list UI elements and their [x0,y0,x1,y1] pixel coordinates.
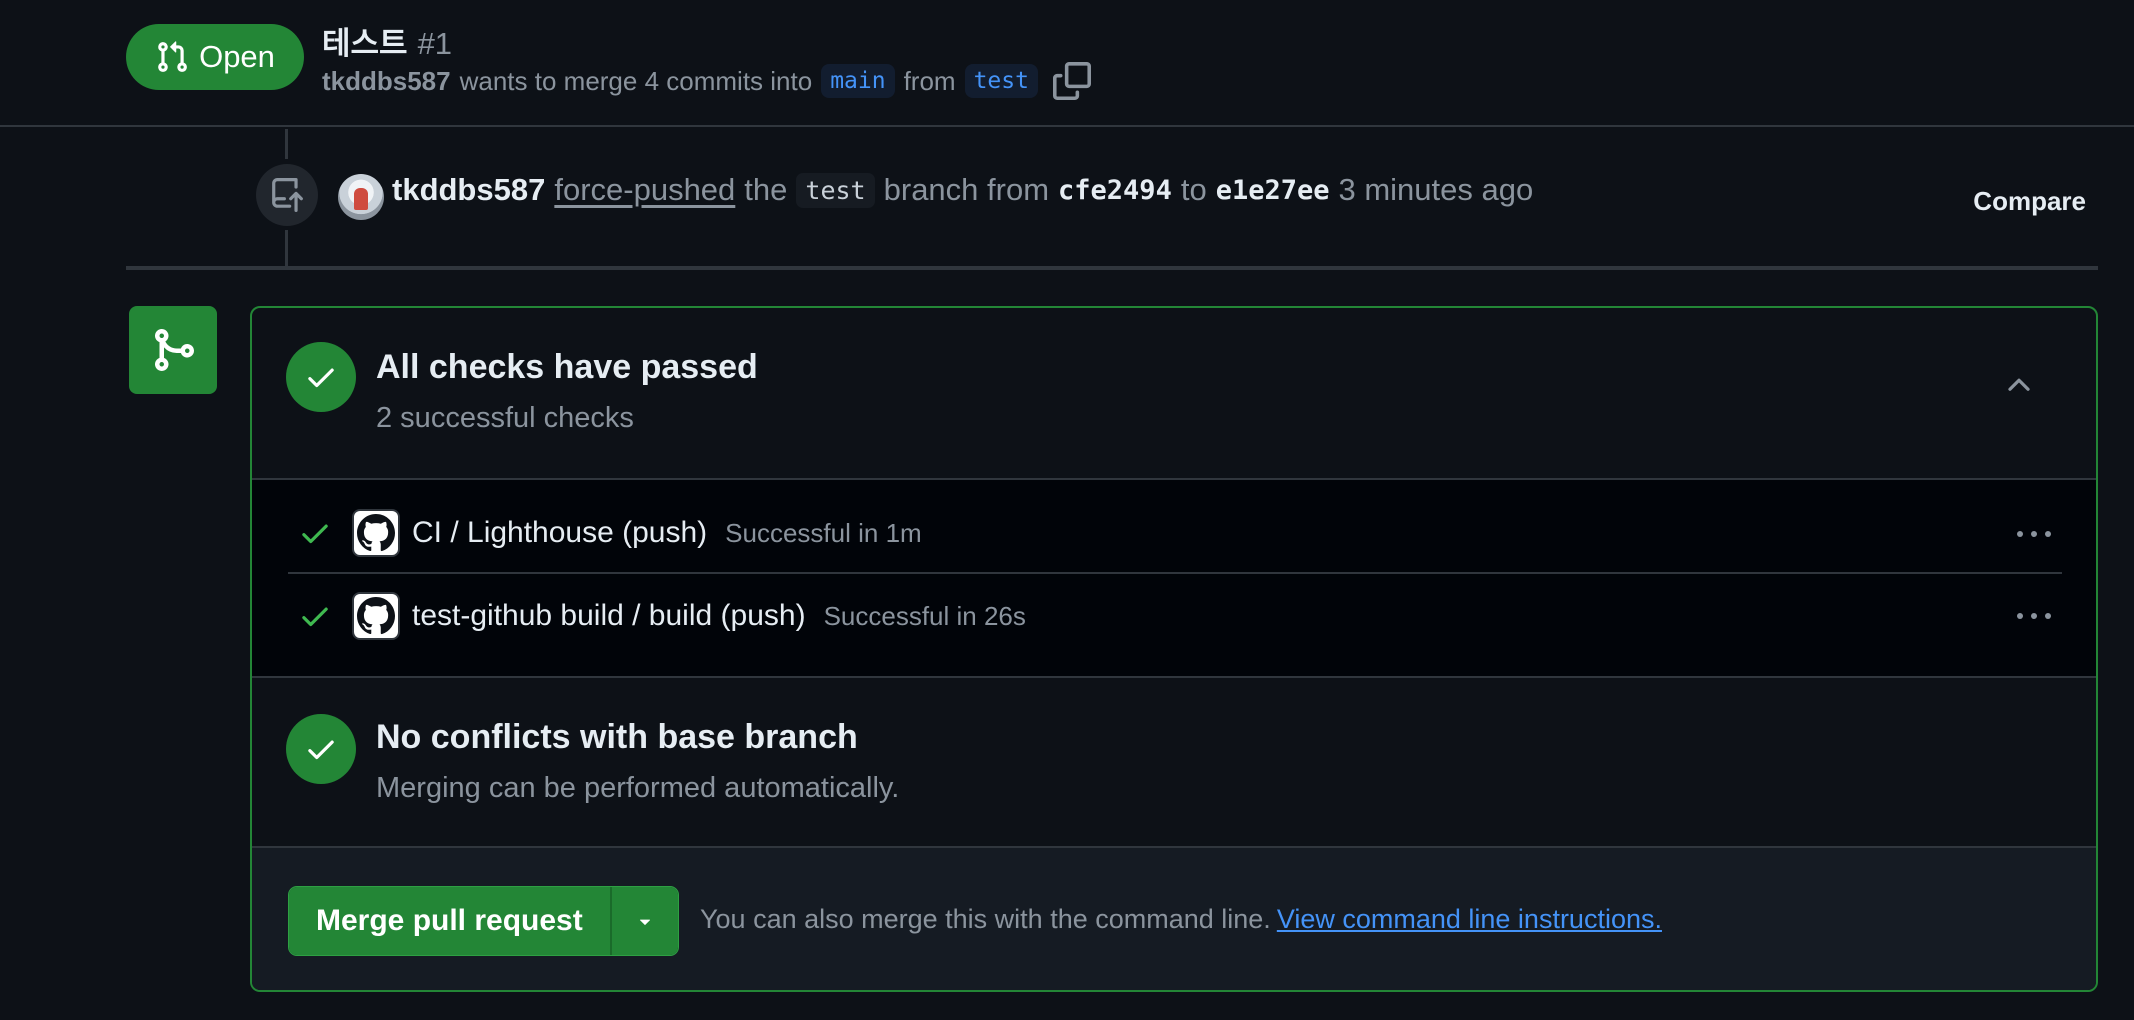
github-app-avatar [352,509,400,557]
timeline-line-top [285,129,288,159]
pr-from-text: from [903,65,956,96]
pr-number: #1 [417,26,453,61]
check-status: Successful in 26s [823,600,1026,631]
event-the-text: the [744,172,788,207]
to-commit-sha[interactable]: e1e27ee [1216,175,1330,206]
merge-hint: You can also merge this with the command… [700,904,1662,935]
pr-meta-text: wants to merge 4 commits into [459,65,813,96]
git-pull-request-icon [158,41,187,72]
pr-header: Open 테스트 #1 tkddbs587 wants to merge 4 c… [0,0,2134,127]
kebab-horizontal-icon[interactable] [2012,598,2056,634]
timeline-line-bottom [285,230,288,266]
check-icon [308,368,334,388]
event-text: tkddbs587 force-pushed the test branch f… [392,172,1533,208]
github-app-avatar [352,592,400,640]
pr-meta: tkddbs587 wants to merge 4 commits into … [322,60,1091,102]
merge-method-dropdown[interactable] [609,887,678,955]
avatar[interactable] [338,174,384,220]
triangle-down-icon [639,919,650,925]
event-branch-from-text: branch from [883,172,1050,207]
git-merge-icon [155,329,195,371]
from-commit-sha[interactable]: cfe2494 [1058,175,1172,206]
check-status: Successful in 1m [725,517,922,548]
check-icon [308,740,334,760]
checks-summary[interactable]: All checks have passed 2 successful chec… [252,308,2096,480]
conflicts-title: No conflicts with base branch [376,718,858,756]
merge-hint-text: You can also merge this with the command… [700,904,1271,934]
event-to-text: to [1180,172,1207,207]
checks-passed-badge [286,342,356,412]
pr-author-link[interactable]: tkddbs587 [322,66,451,97]
compare-button[interactable]: Compare [1973,186,2086,217]
merge-pull-request-button[interactable]: Merge pull request [289,887,610,955]
checks-subtitle: 2 successful checks [376,402,634,434]
event-author-link[interactable]: tkddbs587 [392,172,545,208]
kebab-horizontal-icon[interactable] [2012,516,2056,552]
merge-button-group: Merge pull request [288,886,679,956]
chevron-up-icon[interactable] [2002,368,2036,402]
force-push-event: tkddbs587 force-pushed the test branch f… [256,160,2086,232]
event-badge [256,164,318,226]
pr-title-text: 테스트 [322,26,408,61]
merge-box: All checks have passed 2 successful chec… [250,306,2098,992]
command-line-instructions-link[interactable]: View command line instructions. [1277,904,1662,934]
base-branch-tag[interactable]: main [821,64,895,98]
event-branch-tag[interactable]: test [796,172,875,208]
conflicts-subtitle: Merging can be performed automatically. [376,772,900,804]
check-row[interactable]: CI / Lighthouse (push) Successful in 1m [288,494,2062,574]
pr-state-badge: Open [126,24,304,90]
no-conflicts-badge [286,714,356,784]
pr-title: 테스트 #1 [322,18,452,63]
github-mark-icon [357,597,395,635]
check-row[interactable]: test-github build / build (push) Success… [288,576,2062,656]
head-branch-tag[interactable]: test [964,64,1038,98]
timeline-break [126,266,2098,270]
force-pushed-link[interactable]: force-pushed [554,172,735,208]
merge-status-icon-box [129,306,217,394]
checks-title: All checks have passed [376,348,758,386]
event-time[interactable]: 3 minutes ago [1338,172,1533,208]
checks-list: CI / Lighthouse (push) Successful in 1m … [252,480,2096,678]
pr-state-label: Open [199,39,275,74]
merge-action-section: Merge pull request You can also merge th… [252,848,2096,990]
check-name[interactable]: CI / Lighthouse (push) [412,516,707,550]
copy-icon[interactable] [1052,62,1091,100]
github-mark-icon [357,514,395,552]
check-name[interactable]: test-github build / build (push) [412,599,806,633]
repo-push-icon [272,178,303,212]
check-icon [302,607,328,627]
check-icon [302,524,328,544]
avatar-figure [354,188,368,210]
conflicts-section: No conflicts with base branch Merging ca… [252,678,2096,848]
